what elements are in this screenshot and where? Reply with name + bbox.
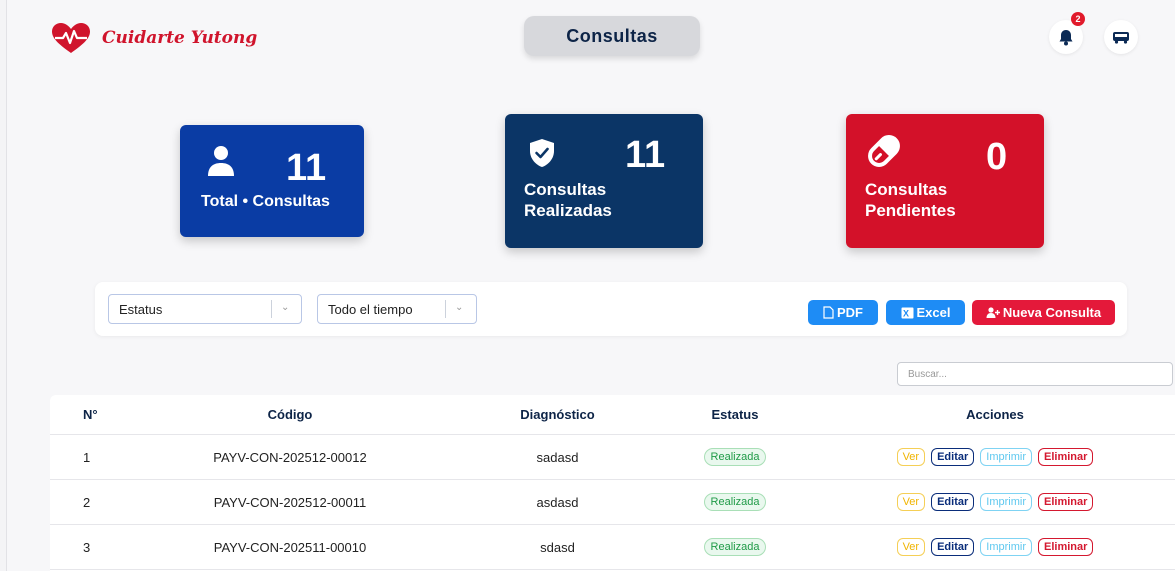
stat-card-total: 11 Total • Consultas [180,125,364,237]
stat-pending-value: 0 [986,136,1008,178]
status-badge: Realizada [703,493,767,511]
row-diagnosis: sdasd [540,539,575,555]
row-number: 1 [83,449,91,465]
column-header-status[interactable]: Estatus [680,395,790,434]
view-button[interactable]: Ver [896,493,926,511]
file-pdf-icon [823,306,834,319]
export-excel-label: Excel [916,305,951,320]
table-row: 2 PAYV-CON-202512-00011 asdasd Realizada… [50,480,1175,525]
table-row: 3 PAYV-CON-202511-00010 sdasd Realizada … [50,525,1175,570]
row-code: PAYV-CON-202511-00010 [213,539,367,555]
print-button[interactable]: Imprimir [980,448,1032,466]
table-row: 1 PAYV-CON-202512-00012 sadasd Realizada… [50,435,1175,480]
bus-button[interactable] [1104,20,1138,54]
stat-done-label-2: Realizadas [524,201,612,220]
stat-card-done: 11 Consultas Realizadas [505,114,703,248]
heart-pulse-logo-icon [52,23,90,53]
search-input[interactable]: Buscar... [897,362,1173,386]
view-button[interactable]: Ver [896,448,926,466]
row-code: PAYV-CON-202512-00012 [213,449,367,465]
delete-button[interactable]: Eliminar [1038,493,1094,511]
status-select-placeholder: Estatus [119,302,163,317]
delete-button[interactable]: Eliminar [1038,538,1094,556]
delete-button[interactable]: Eliminar [1038,448,1094,466]
edit-button[interactable]: Editar [931,538,975,556]
row-diagnosis: asdasd [536,494,579,510]
divider [271,300,272,318]
edit-button[interactable]: Editar [931,448,975,466]
divider [445,300,446,318]
row-code: PAYV-CON-202512-00011 [213,494,367,510]
pill-icon [868,135,900,167]
page-title: Consultas [524,16,700,56]
export-pdf-label: PDF [837,305,863,320]
stat-done-value: 11 [625,134,666,176]
print-button[interactable]: Imprimir [980,493,1032,511]
stat-total-value: 11 [286,147,327,189]
brand-name: Cuidarte Yutong [102,28,258,48]
column-header-code[interactable]: Código [170,395,410,434]
row-number: 3 [83,539,91,555]
status-select[interactable]: Estatus ⌄ [108,294,302,324]
shield-check-icon [530,139,554,167]
file-excel-icon: X [901,307,913,318]
table-header-row: N° Código Diagnóstico Estatus Acciones [50,395,1175,435]
new-consultation-button[interactable]: Nueva Consulta [972,300,1115,325]
status-badge: Realizada [703,448,767,466]
chevron-down-icon: ⌄ [455,302,464,313]
bell-icon [1059,29,1073,45]
row-diagnosis: sadasd [536,449,579,465]
time-range-select[interactable]: Todo el tiempo ⌄ [317,294,477,324]
export-excel-button[interactable]: X Excel [886,300,965,325]
row-number: 2 [83,494,91,510]
svg-text:X: X [903,308,909,318]
column-header-actions: Acciones [966,407,1024,422]
user-plus-icon [986,307,1000,318]
stat-done-label-1: Consultas [524,180,607,199]
chevron-down-icon: ⌄ [281,302,290,313]
consultations-table: N° Código Diagnóstico Estatus Acciones 1… [50,395,1175,571]
column-header-diagnosis[interactable]: Diagnóstico [500,395,615,434]
export-pdf-button[interactable]: PDF [808,300,878,325]
stat-pending-label-1: Consultas [865,180,948,199]
user-icon [208,146,234,176]
brand-logo[interactable]: Cuidarte Yutong [50,22,257,54]
notification-badge: 2 [1071,12,1085,26]
edit-button[interactable]: Editar [931,493,975,511]
print-button[interactable]: Imprimir [980,538,1032,556]
status-badge: Realizada [703,538,767,556]
stat-card-pending: 0 Consultas Pendientes [846,114,1044,248]
stat-total-label: Total • Consultas [201,193,330,210]
bus-icon [1113,31,1129,44]
view-button[interactable]: Ver [896,538,926,556]
stat-pending-label-2: Pendientes [865,201,956,220]
filter-bar: Estatus ⌄ Todo el tiempo ⌄ PDF X Excel N… [95,282,1127,336]
new-consultation-label: Nueva Consulta [1002,305,1102,320]
column-header-number[interactable]: N° [83,395,98,434]
time-range-value: Todo el tiempo [328,302,413,317]
